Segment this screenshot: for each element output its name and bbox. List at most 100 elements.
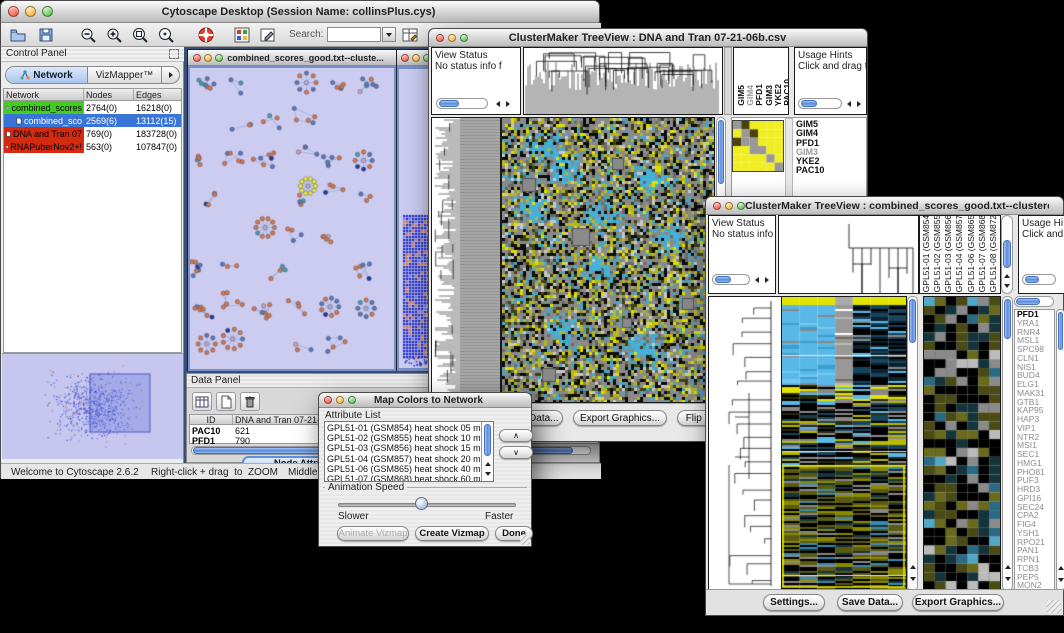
column-label[interactable]: PFD1: [754, 84, 763, 106]
column-label[interactable]: GPL51-06 (GSM865): [966, 215, 977, 292]
tv1-heatmap[interactable]: [501, 117, 715, 403]
minimize-button[interactable]: [25, 6, 36, 17]
search-input[interactable]: [327, 27, 381, 42]
column-label[interactable]: GPL51-08 (GSM872): [988, 215, 999, 292]
close-button[interactable]: [436, 34, 444, 42]
scroll-down-icon[interactable]: [485, 472, 491, 476]
network-row-combined-scores[interactable]: combined_scores 2764(0) 16218(0): [4, 101, 181, 114]
zoom-out-icon[interactable]: [79, 26, 97, 44]
tv1-zoom-matrix[interactable]: [732, 120, 784, 172]
scrollbar-thumb[interactable]: [1003, 240, 1011, 268]
minimize-button[interactable]: [204, 54, 212, 62]
scroll-up-icon[interactable]: [485, 462, 491, 466]
column-label[interactable]: GPL51-07 (GSM868): [977, 215, 988, 292]
animate-vizmap-button[interactable]: Animate Vizmap: [337, 526, 409, 541]
attribute-browser-icon[interactable]: [401, 26, 419, 44]
save-icon[interactable]: [37, 26, 55, 44]
scroll-down-icon[interactable]: [1004, 284, 1010, 288]
delete-attribute-trash-icon[interactable]: [240, 392, 260, 411]
tv2-heatmap[interactable]: [781, 296, 907, 591]
birds-eye-canvas[interactable]: [2, 354, 183, 459]
tv1-mini-scroll-strip[interactable]: [724, 47, 732, 115]
network-row-dna-tran[interactable]: DNA and Tran 07 769(0) 183728(0): [4, 127, 181, 140]
close-button[interactable]: [401, 54, 409, 62]
tv2-collabel-vscrollbar[interactable]: [1001, 215, 1013, 294]
tab-overflow-button[interactable]: [162, 67, 179, 83]
network-row-rnapuber[interactable]: RNAPuberNov2+! 563(0) 107847(0): [4, 140, 181, 153]
row-label[interactable]: PAC10: [796, 166, 856, 175]
zoom-fit-icon[interactable]: [131, 26, 149, 44]
tv2-zoom-pane[interactable]: [923, 296, 1001, 591]
minimize-button[interactable]: [412, 54, 420, 62]
attribute-list-vscrollbar[interactable]: [481, 422, 493, 481]
column-label[interactable]: GIM4: [745, 85, 754, 106]
tv1-row-dendrogram[interactable]: [431, 117, 501, 403]
tv2-label-vscrollbar[interactable]: [1056, 309, 1064, 591]
scroll-down-icon[interactable]: [1005, 577, 1011, 581]
select-attributes-icon[interactable]: [192, 392, 212, 411]
attribute-list-item[interactable]: GPL51-01 (GSM854) heat shock 05 min: [327, 423, 491, 433]
resize-grip[interactable]: [1047, 600, 1061, 613]
new-attribute-icon[interactable]: [216, 392, 236, 411]
column-label[interactable]: GPL51-01 (GSM854): [921, 215, 932, 292]
tv2-zoom-vscrollbar[interactable]: [1002, 296, 1013, 591]
search-dropdown-button[interactable]: [382, 27, 396, 42]
column-label[interactable]: GIM3: [764, 85, 773, 106]
attribute-list-item[interactable]: GPL51-02 (GSM855) heat shock 10 min: [327, 433, 491, 443]
maximize-button[interactable]: [737, 202, 745, 210]
column-header-id[interactable]: ID: [190, 415, 233, 424]
scrollbar-thumb[interactable]: [1016, 298, 1040, 305]
scroll-down-icon[interactable]: [1058, 578, 1064, 582]
scrollbar-thumb[interactable]: [1004, 299, 1011, 339]
create-vizmap-button[interactable]: Create Vizmap: [415, 526, 489, 541]
scroll-right-icon[interactable]: [765, 277, 769, 283]
tv2-export-graphics-button[interactable]: Export Graphics...: [912, 594, 1004, 611]
tv2-hints-hscrollbar[interactable]: [1022, 274, 1056, 285]
column-header-edges[interactable]: Edges: [134, 89, 181, 100]
scroll-right-icon[interactable]: [506, 101, 510, 107]
tv2-heatmap-vscrollbar[interactable]: [907, 296, 918, 591]
scroll-left-icon[interactable]: [847, 101, 851, 107]
column-label[interactable]: GIM5: [736, 85, 745, 106]
dialog-titlebar[interactable]: Map Colors to Network: [319, 393, 531, 408]
zoom-actual-size-icon[interactable]: [157, 26, 175, 44]
tv2-row-dendrogram[interactable]: [708, 296, 782, 591]
column-label[interactable]: PAC10: [782, 79, 789, 106]
column-header-network[interactable]: Network: [4, 89, 84, 100]
column-label[interactable]: GPL51-04 (GSM857): [954, 215, 965, 292]
network-graph-canvas[interactable]: [190, 68, 394, 369]
close-button[interactable]: [324, 396, 332, 404]
scrollbar-thumb[interactable]: [1058, 312, 1063, 350]
scroll-left-icon[interactable]: [496, 101, 500, 107]
column-label[interactable]: GPL51-02 (GSM855): [932, 215, 943, 292]
scrollbar-thumb[interactable]: [715, 276, 731, 283]
main-titlebar[interactable]: Cytoscape Desktop (Session Name: collins…: [1, 1, 599, 23]
tv1-status-hscrollbar[interactable]: [436, 98, 488, 109]
minimize-button[interactable]: [448, 34, 456, 42]
maximize-button[interactable]: [348, 396, 356, 404]
close-button[interactable]: [713, 202, 721, 210]
tv1-hints-hscrollbar[interactable]: [798, 98, 842, 109]
tv1-export-graphics-button[interactable]: Export Graphics...: [573, 410, 667, 426]
maximize-button[interactable]: [215, 54, 223, 62]
help-ring-icon[interactable]: [197, 26, 215, 44]
scroll-left-icon[interactable]: [755, 277, 759, 283]
close-button[interactable]: [193, 54, 201, 62]
treeview2-titlebar[interactable]: ClusterMaker TreeView : combined_scores_…: [706, 197, 1063, 215]
column-header-nodes[interactable]: Nodes: [84, 89, 134, 100]
network-window-1-titlebar[interactable]: combined_scores_good.txt--cluste...: [188, 50, 396, 66]
column-label[interactable]: YKE2: [773, 84, 782, 106]
scrollbar-thumb[interactable]: [1025, 276, 1039, 283]
scrollbar-thumb[interactable]: [484, 424, 491, 456]
scroll-up-icon[interactable]: [910, 565, 916, 569]
scroll-up-icon[interactable]: [1004, 274, 1010, 278]
birds-eye-view[interactable]: [2, 353, 183, 459]
scrollbar-thumb[interactable]: [439, 100, 459, 107]
attribute-list-item[interactable]: GPL51-07 (GSM868) heat shock 60 min: [327, 474, 491, 482]
scroll-up-icon[interactable]: [1058, 566, 1064, 570]
scrollbar-thumb[interactable]: [718, 120, 724, 184]
tv2-save-data-button[interactable]: Save Data...: [837, 594, 903, 611]
tv2-label-hscrollbar[interactable]: [1014, 296, 1054, 307]
treeview1-titlebar[interactable]: ClusterMaker TreeView : DNA and Tran 07-…: [429, 29, 867, 47]
move-down-button[interactable]: ∨: [499, 446, 533, 459]
